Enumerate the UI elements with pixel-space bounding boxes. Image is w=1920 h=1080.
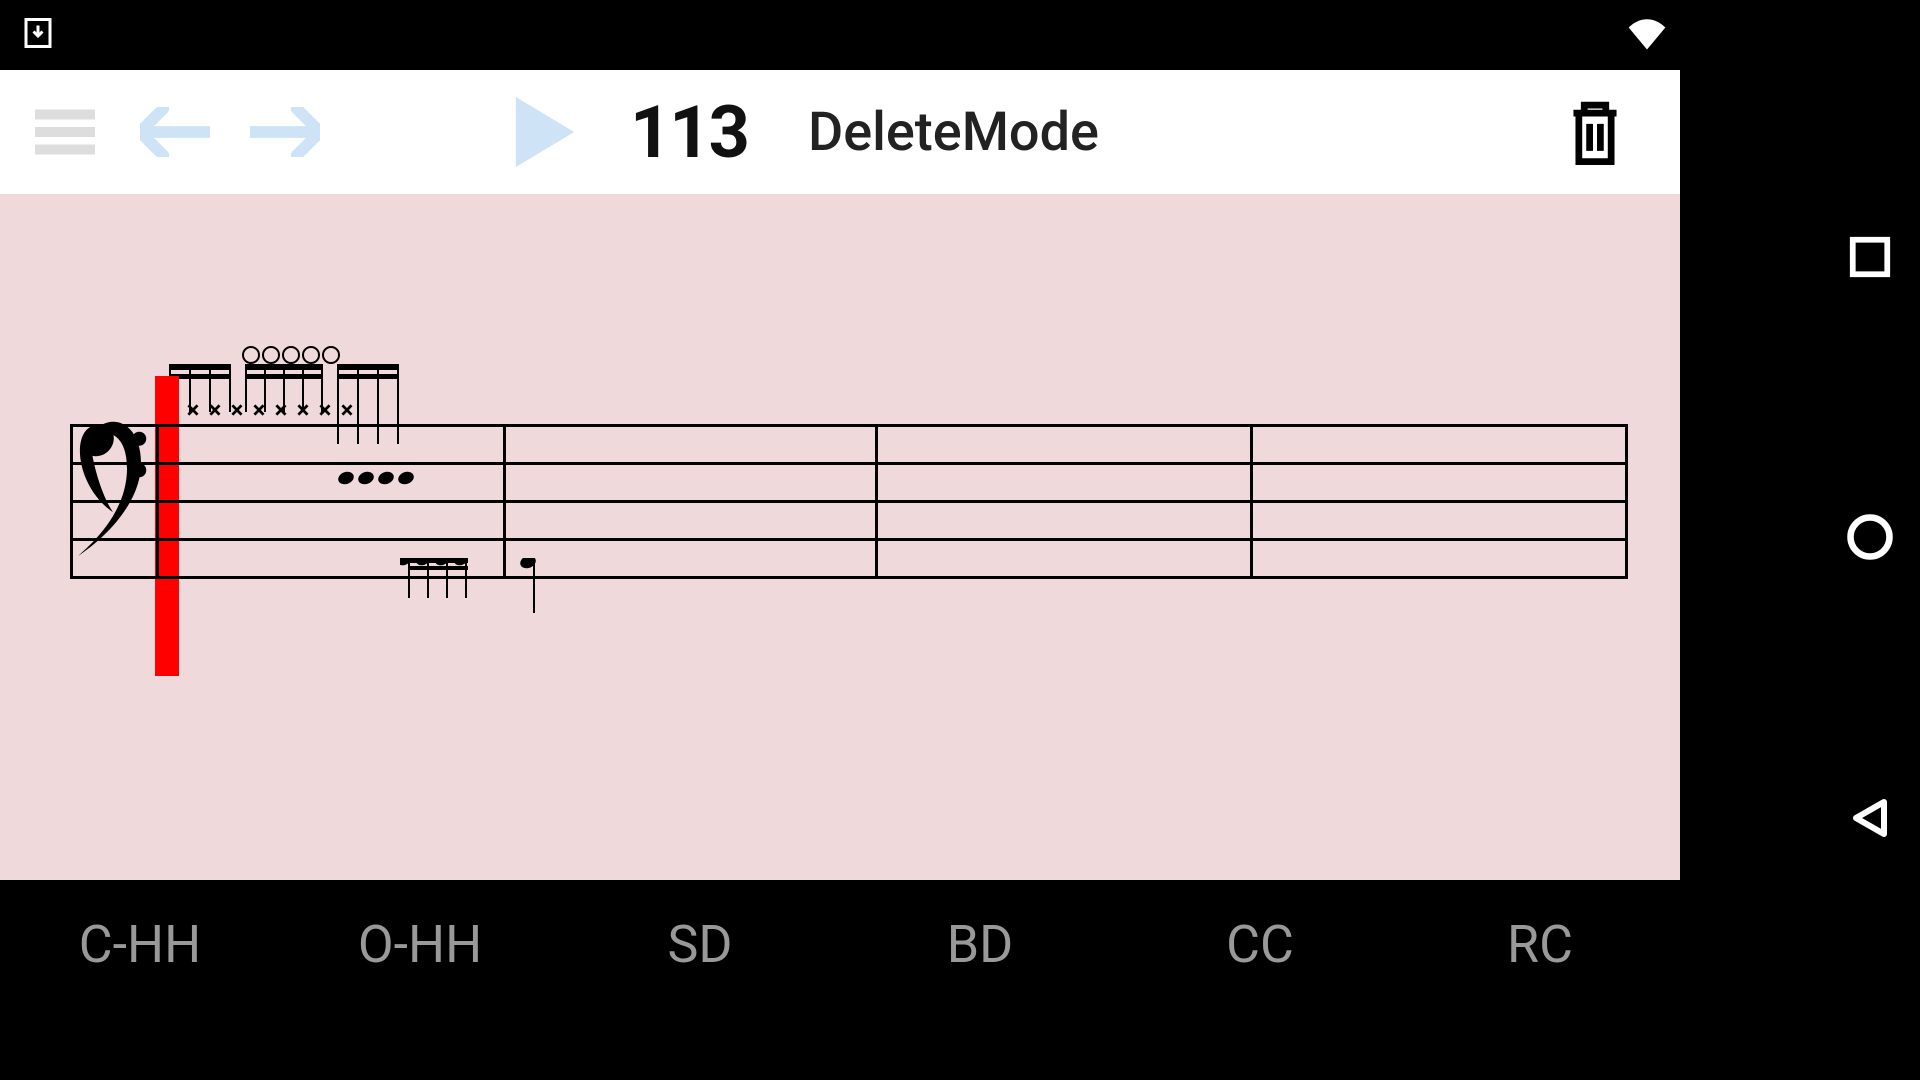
instrument-cc[interactable]: CC — [1120, 880, 1400, 1008]
download-icon — [20, 15, 56, 55]
staff — [70, 424, 1628, 616]
app-toolbar: 113 DeleteMode — [0, 70, 1680, 194]
delete-button[interactable] — [1540, 82, 1650, 182]
menu-button[interactable] — [10, 82, 120, 182]
instrument-rc[interactable]: RC — [1400, 880, 1680, 1008]
play-button[interactable] — [490, 82, 600, 182]
status-bar: 22:23 — [0, 0, 1920, 70]
tempo-value[interactable]: 113 — [630, 90, 748, 175]
forward-button[interactable] — [230, 82, 340, 182]
bassdrum-group-1 — [400, 558, 490, 628]
mode-label: DeleteMode — [808, 101, 1099, 164]
instrument-bd[interactable]: BD — [840, 880, 1120, 1008]
instrument-c-hh[interactable]: C-HH — [0, 880, 280, 1008]
home-button[interactable] — [1844, 511, 1896, 567]
instrument-sd[interactable]: SD — [560, 880, 840, 1008]
instrument-o-hh[interactable]: O-HH — [280, 880, 560, 1008]
back-nav-button[interactable] — [1846, 794, 1894, 846]
open-hihat-markers — [242, 346, 340, 364]
bass-clef-icon — [78, 406, 148, 566]
android-nav-bar — [1820, 0, 1920, 1080]
notation-canvas[interactable]: ×××× ××××× — [0, 194, 1680, 880]
back-button[interactable] — [120, 82, 230, 182]
hihat-notes: ×××× ××××× — [160, 400, 358, 420]
wifi-icon — [1625, 11, 1669, 59]
snare-notes — [338, 472, 414, 484]
bassdrum-note-2 — [520, 558, 560, 628]
overview-button[interactable] — [1847, 234, 1893, 284]
instrument-bar: C-HH O-HH SD BD CC RC — [0, 880, 1680, 1008]
